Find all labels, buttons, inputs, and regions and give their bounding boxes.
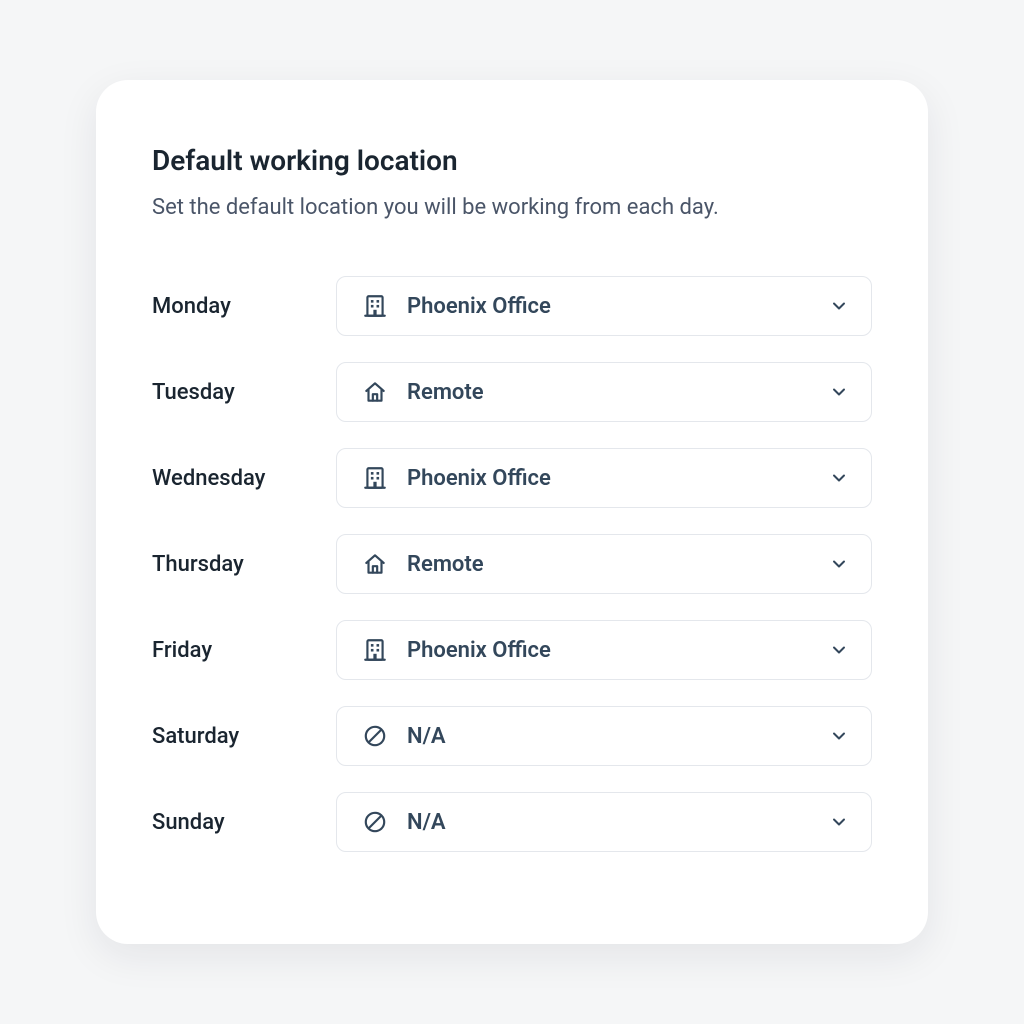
building-icon bbox=[361, 292, 389, 320]
card-subtitle: Set the default location you will be wor… bbox=[152, 195, 872, 220]
day-label: Wednesday bbox=[152, 466, 336, 491]
day-label: Monday bbox=[152, 294, 336, 319]
building-icon bbox=[361, 464, 389, 492]
chevron-down-icon bbox=[829, 640, 849, 660]
location-dropdown-saturday[interactable]: N/A bbox=[336, 706, 872, 766]
row-sunday: Sunday N/A bbox=[152, 792, 872, 852]
chevron-down-icon bbox=[829, 296, 849, 316]
day-label: Thursday bbox=[152, 552, 336, 577]
chevron-down-icon bbox=[829, 812, 849, 832]
location-dropdown-tuesday[interactable]: Remote bbox=[336, 362, 872, 422]
dropdown-value: Phoenix Office bbox=[407, 294, 829, 319]
row-monday: Monday Phoenix Office bbox=[152, 276, 872, 336]
row-wednesday: Wednesday Phoenix Office bbox=[152, 448, 872, 508]
dropdown-value: Phoenix Office bbox=[407, 638, 829, 663]
row-tuesday: Tuesday Remote bbox=[152, 362, 872, 422]
card-title: Default working location bbox=[152, 144, 872, 177]
dropdown-value: Phoenix Office bbox=[407, 466, 829, 491]
dropdown-value: Remote bbox=[407, 552, 829, 577]
building-icon bbox=[361, 636, 389, 664]
chevron-down-icon bbox=[829, 468, 849, 488]
day-label: Friday bbox=[152, 638, 336, 663]
dropdown-value: N/A bbox=[407, 810, 829, 835]
row-saturday: Saturday N/A bbox=[152, 706, 872, 766]
location-dropdown-sunday[interactable]: N/A bbox=[336, 792, 872, 852]
location-dropdown-friday[interactable]: Phoenix Office bbox=[336, 620, 872, 680]
location-dropdown-monday[interactable]: Phoenix Office bbox=[336, 276, 872, 336]
chevron-down-icon bbox=[829, 726, 849, 746]
working-location-card: Default working location Set the default… bbox=[96, 80, 928, 944]
not-available-icon bbox=[361, 808, 389, 836]
dropdown-value: N/A bbox=[407, 724, 829, 749]
dropdown-value: Remote bbox=[407, 380, 829, 405]
day-label: Tuesday bbox=[152, 380, 336, 405]
row-friday: Friday Phoenix Office bbox=[152, 620, 872, 680]
home-icon bbox=[361, 550, 389, 578]
location-dropdown-thursday[interactable]: Remote bbox=[336, 534, 872, 594]
chevron-down-icon bbox=[829, 382, 849, 402]
row-thursday: Thursday Remote bbox=[152, 534, 872, 594]
day-label: Sunday bbox=[152, 810, 336, 835]
not-available-icon bbox=[361, 722, 389, 750]
day-label: Saturday bbox=[152, 724, 336, 749]
home-icon bbox=[361, 378, 389, 406]
location-dropdown-wednesday[interactable]: Phoenix Office bbox=[336, 448, 872, 508]
day-rows: Monday Phoenix Office Tuesday Remote Wed… bbox=[152, 276, 872, 852]
chevron-down-icon bbox=[829, 554, 849, 574]
